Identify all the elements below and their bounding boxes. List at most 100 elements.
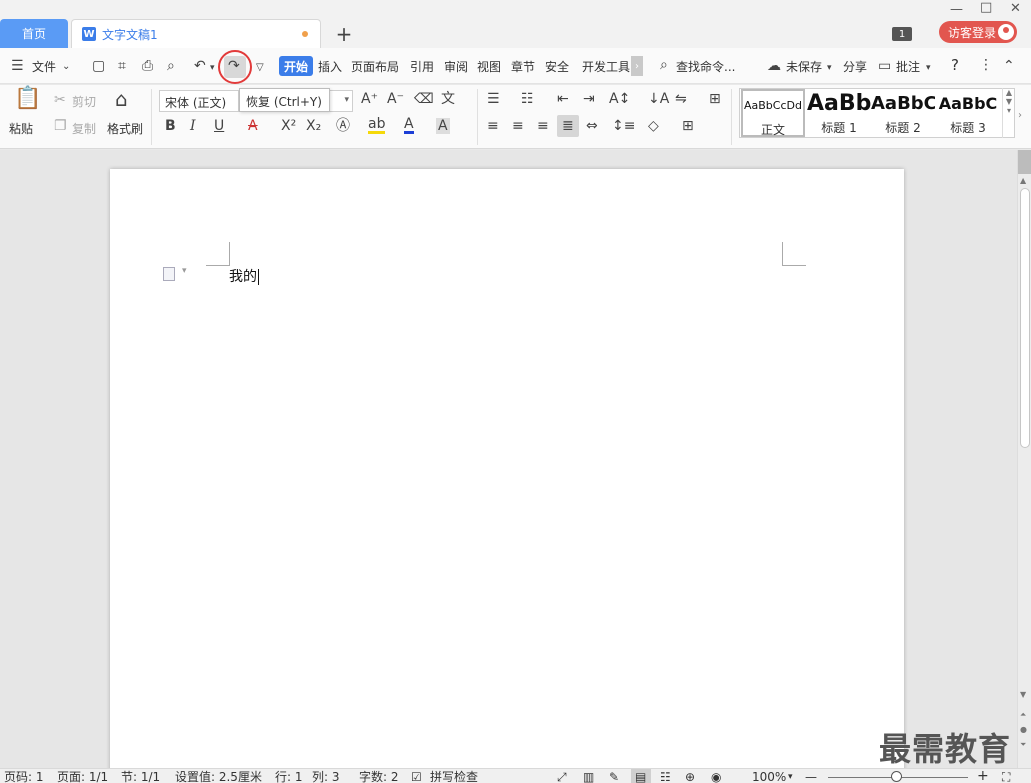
zoom-dropdown-icon[interactable]: ▾ [788,770,793,783]
status-row[interactable]: 行: 1 [275,770,303,783]
cut-button[interactable]: 剪切 [72,93,96,110]
undo-icon[interactable]: ↶ [194,59,206,73]
superscript-icon[interactable]: X² [281,118,296,134]
print-preview-icon[interactable]: ⌕ [167,59,175,73]
vertical-scrollbar[interactable]: ▲ ▼ ⏶ ● ⏷ [1017,150,1031,768]
copy-button[interactable]: 复制 [72,120,96,137]
tab-document[interactable]: W 文字文稿1 [71,19,321,48]
ribbon-expand-icon[interactable]: › [1018,110,1022,121]
tab-review[interactable]: 审阅 [444,58,468,75]
tab-start[interactable]: 开始 [279,56,313,76]
web-view-icon[interactable]: ⊕ [685,770,695,783]
menu-file[interactable]: 文件 [32,58,56,75]
more-icon[interactable]: ⋮ [979,58,993,72]
pen-icon[interactable]: ✎ [609,770,619,783]
numbered-list-icon[interactable]: ☷ [521,91,534,107]
char-shading-icon[interactable]: A [436,118,450,134]
italic-icon[interactable]: I [190,118,196,134]
highlight-icon[interactable]: ab [368,117,386,134]
text-direction-icon[interactable]: A↕ [609,91,630,107]
scroll-up-icon[interactable]: ▲ [1020,176,1026,185]
status-column[interactable]: 列: 3 [312,770,340,783]
hamburger-icon[interactable]: ☰ [11,59,24,73]
zoom-level[interactable]: 100% [752,770,786,783]
fit-page-icon[interactable]: ⛶ [1002,770,1010,783]
tab-view[interactable]: 视图 [477,58,501,75]
chevron-down-icon[interactable]: ⌄ [62,60,70,74]
status-pages[interactable]: 页面: 1/1 [57,770,108,783]
prev-page-icon[interactable]: ⏶ [1020,710,1026,720]
strikethrough-icon[interactable]: A [248,118,258,134]
style-heading-3[interactable]: AaBbC 标题 3 [936,89,1000,137]
zoom-out-button[interactable]: — [805,770,817,783]
increase-indent-icon[interactable]: ⇥ [583,91,595,107]
paragraph-handle-icon[interactable] [163,266,187,281]
style-heading-2[interactable]: AaBbC 标题 2 [871,89,935,137]
font-color-icon[interactable]: A [404,117,414,134]
bullet-list-icon[interactable]: ☰ [487,91,500,107]
zoom-slider-handle[interactable] [891,771,902,782]
tab-page-layout[interactable]: 页面布局 [351,58,399,75]
spell-check-button[interactable]: 拼写检查 [430,770,478,783]
borders-icon[interactable]: ⊞ [682,118,694,134]
tab-chapter[interactable]: 章节 [511,58,535,75]
select-browse-icon[interactable]: ● [1020,725,1027,734]
table-icon[interactable]: ⊞ [709,91,721,107]
login-button[interactable]: 访客登录 [939,21,1017,43]
window-count-badge[interactable]: 1 [892,27,912,41]
style-normal[interactable]: AaBbCcDd 正文 [741,89,805,137]
scrollbar-thumb[interactable] [1020,188,1030,448]
new-tab-button[interactable]: + [334,22,354,46]
decrease-indent-icon[interactable]: ⇤ [557,91,569,107]
unsaved-dropdown-icon[interactable]: ▾ [827,61,832,75]
font-name-select[interactable]: 宋体 (正文) [159,90,239,112]
align-center-icon[interactable]: ≡ [512,118,524,134]
paste-label[interactable]: 粘贴 [9,120,33,137]
eye-protection-icon[interactable]: ◉ [711,770,721,783]
align-left-icon[interactable]: ≡ [487,118,499,134]
minimize-button[interactable]: — [950,2,963,17]
paragraph-spacing-icon[interactable]: ⇋ [675,91,687,107]
line-spacing-icon[interactable]: ↕≡ [612,118,635,134]
search-icon[interactable]: ⌕ [660,58,668,72]
command-search[interactable]: 查找命令... [676,58,735,75]
fullscreen-icon[interactable]: ⤢ [557,770,567,783]
collapse-ribbon-icon[interactable]: ⌃ [1003,59,1015,73]
help-button[interactable]: ? [951,56,959,74]
document-canvas[interactable]: 我的 [0,150,1017,779]
quick-access-dropdown-icon[interactable]: ▽ [256,61,264,75]
status-section[interactable]: 节: 1/1 [121,770,160,783]
increase-font-icon[interactable]: A⁺ [361,91,378,107]
sort-icon[interactable]: ↓A [648,91,669,107]
tabs-scroll-right-icon[interactable]: › [631,56,643,76]
distributed-align-icon[interactable]: ⇔ [586,118,598,134]
format-painter-icon[interactable]: ⌂ [115,89,128,109]
close-button[interactable]: ✕ [1010,1,1021,16]
print-icon[interactable]: ⎙ [142,59,153,73]
unsaved-status[interactable]: 未保存 [786,58,822,75]
document-page[interactable]: 我的 [110,169,904,779]
clear-format-icon[interactable]: ⌫ [414,91,434,107]
tab-security[interactable]: 安全 [545,58,569,75]
scroll-down-icon[interactable]: ▼ [1020,690,1026,699]
outline-view-icon[interactable]: ☷ [660,770,671,783]
document-text[interactable]: 我的 [229,266,259,286]
bold-icon[interactable]: B [165,118,176,134]
paste-icon[interactable]: 📋 [14,88,41,110]
tab-home[interactable]: 首页 [0,19,68,48]
save-icon[interactable]: ▢ [92,59,105,73]
shading-icon[interactable]: ◇ [648,118,659,134]
underline-icon[interactable]: U [214,118,224,134]
format-painter-label[interactable]: 格式刷 [107,120,143,137]
maximize-button[interactable]: □ [980,0,992,15]
style-heading-1[interactable]: AaBb 标题 1 [807,89,871,137]
status-page-number[interactable]: 页码: 1 [4,770,44,783]
text-effect-icon[interactable]: Ⓐ [336,118,350,134]
tab-insert[interactable]: 插入 [318,58,342,75]
decrease-font-icon[interactable]: A⁻ [387,91,404,107]
next-page-icon[interactable]: ⏷ [1020,740,1026,750]
undo-dropdown-icon[interactable]: ▾ [210,61,215,75]
scrollbar-top-button[interactable] [1018,150,1031,174]
status-word-count[interactable]: 字数: 2 [359,770,399,783]
tab-references[interactable]: 引用 [410,58,434,75]
